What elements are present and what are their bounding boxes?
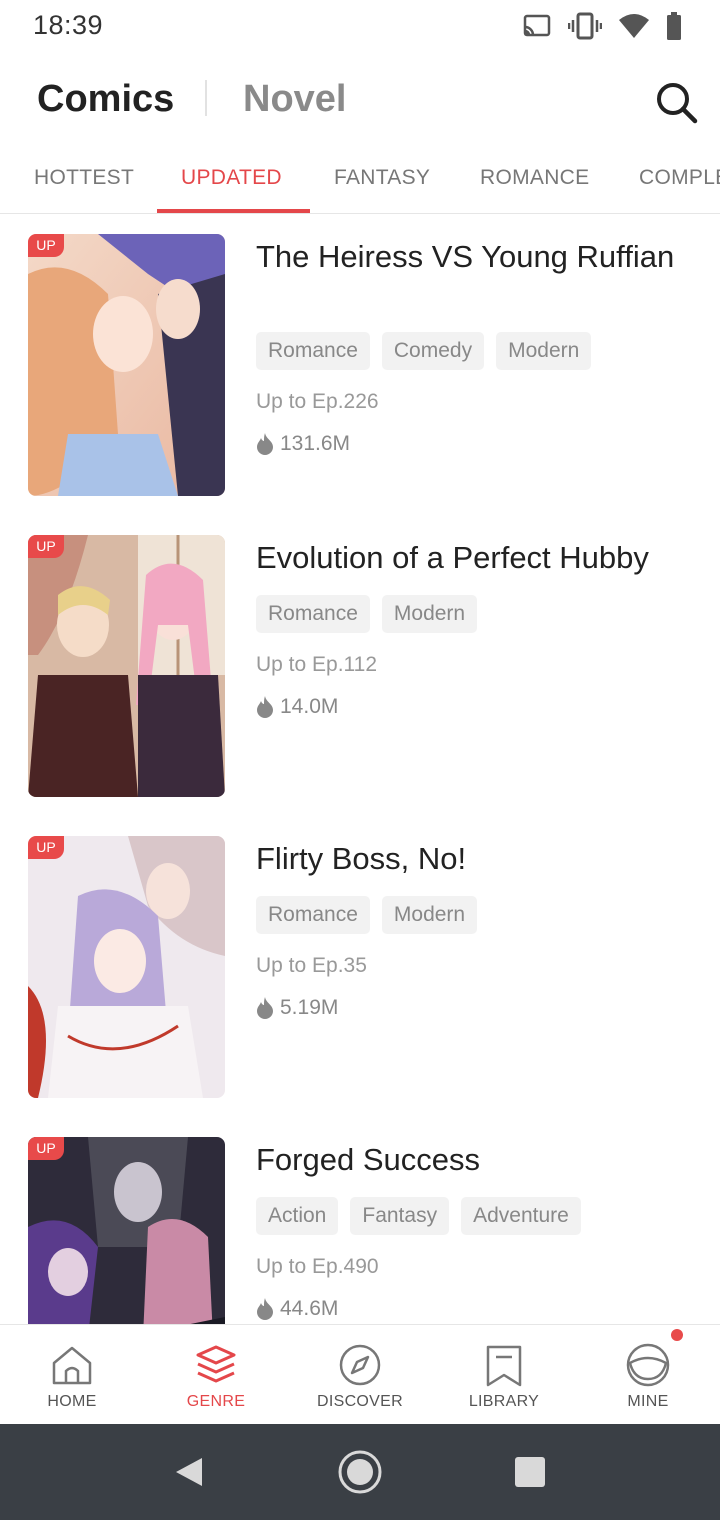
wifi-icon [619, 14, 649, 38]
nav-home[interactable]: HOME [0, 1325, 144, 1425]
status-bar: 18:39 [0, 0, 720, 56]
genre-tag: Comedy [381, 332, 485, 370]
update-badge: UP [28, 836, 64, 859]
active-tab-indicator [157, 209, 310, 213]
fire-icon [257, 433, 273, 455]
cover-illustration [28, 234, 225, 496]
update-badge: UP [28, 1137, 64, 1160]
comic-list[interactable]: UP The Heiress VS Young Ruffian Romance … [0, 214, 720, 1324]
view-count-value: 5.19M [280, 996, 339, 1019]
comic-title[interactable]: Evolution of a Perfect Hubby [256, 539, 696, 577]
tab-comics[interactable]: Comics [37, 78, 174, 121]
nav-genre[interactable]: GENRE [144, 1325, 288, 1425]
header-divider [205, 80, 207, 116]
cover-illustration [28, 1137, 225, 1324]
vibrate-icon [568, 12, 602, 40]
comic-cover[interactable]: UP [28, 836, 225, 1098]
genre-tag: Romance [256, 332, 370, 370]
nav-discover[interactable]: DISCOVER [288, 1325, 432, 1425]
view-count-value: 131.6M [280, 432, 351, 455]
search-icon [657, 83, 698, 124]
cover-illustration [28, 836, 225, 1098]
comic-cover[interactable]: UP [28, 234, 225, 496]
episode-text: Up to Ep.490 [256, 1255, 379, 1278]
cover-illustration [28, 535, 225, 797]
nav-home-label: HOME [47, 1393, 97, 1410]
list-item[interactable]: UP Forged Success Action Fantasy Adventu… [0, 1117, 720, 1324]
fire-icon [257, 997, 273, 1019]
bookmark-icon [486, 1345, 522, 1387]
layers-icon [196, 1345, 236, 1383]
notification-dot [671, 1329, 683, 1341]
list-item[interactable]: UP Flirty Boss, No! Romance Modern Up to… [0, 816, 720, 1106]
nav-genre-label: GENRE [186, 1393, 246, 1410]
status-icons [522, 12, 682, 40]
nav-library-label: LIBRARY [468, 1393, 540, 1410]
episode-text: Up to Ep.112 [256, 653, 378, 676]
status-time: 18:39 [33, 10, 104, 40]
top-header: Comics Novel [0, 70, 720, 134]
update-badge: UP [28, 535, 64, 558]
home-icon [52, 1346, 92, 1385]
tag-list: Romance Modern [256, 896, 478, 934]
system-navigation-bar [0, 1424, 720, 1520]
bottom-navigation: HOME GENRE DISCOVER LIBRARY MINE [0, 1324, 720, 1425]
list-item[interactable]: UP Evolution of a Perfect Hubby Romance … [0, 515, 720, 805]
fire-icon [257, 1298, 273, 1320]
tab-updated[interactable]: UPDATED [181, 166, 282, 190]
genre-tag: Fantasy [350, 1197, 450, 1235]
comic-title[interactable]: The Heiress VS Young Ruffian [256, 238, 696, 276]
nav-discover-label: DISCOVER [317, 1393, 403, 1410]
battery-icon [667, 12, 681, 40]
tab-fantasy[interactable]: FANTASY [334, 166, 430, 190]
genre-tag: Modern [496, 332, 592, 370]
home-system-button[interactable] [332, 1444, 388, 1500]
recents-icon [515, 1457, 545, 1487]
genre-tag: Modern [381, 896, 478, 934]
nav-mine-label: MINE [627, 1393, 669, 1410]
tag-list: Romance Modern [256, 595, 478, 633]
view-count: 44.6M [256, 1297, 338, 1321]
view-count: 14.0M [256, 695, 338, 719]
back-button[interactable] [160, 1444, 216, 1500]
genre-tag: Modern [381, 595, 478, 633]
genre-tag: Adventure [461, 1197, 581, 1235]
episode-text: Up to Ep.226 [256, 390, 379, 413]
update-badge: UP [28, 234, 64, 257]
tab-novel[interactable]: Novel [243, 78, 346, 121]
view-count: 5.19M [256, 996, 338, 1020]
comic-cover[interactable]: UP [28, 535, 225, 797]
tag-list: Action Fantasy Adventure [256, 1197, 581, 1235]
nav-mine[interactable]: MINE [576, 1325, 720, 1425]
genre-tag: Action [256, 1197, 339, 1235]
tab-hottest[interactable]: HOTTEST [34, 166, 134, 190]
view-count: 131.6M [256, 432, 350, 456]
profile-icon [626, 1343, 670, 1387]
episode-text: Up to Ep.35 [256, 954, 367, 977]
view-count-value: 14.0M [280, 695, 339, 718]
search-button[interactable] [652, 78, 700, 126]
view-count-value: 44.6M [280, 1297, 339, 1320]
genre-tag: Romance [256, 896, 370, 934]
fire-icon [257, 696, 273, 718]
tag-list: Romance Comedy Modern [256, 332, 592, 370]
list-item[interactable]: UP The Heiress VS Young Ruffian Romance … [0, 214, 720, 504]
comic-title[interactable]: Flirty Boss, No! [256, 840, 696, 878]
recents-button[interactable] [502, 1444, 558, 1500]
comic-title[interactable]: Forged Success [256, 1141, 696, 1179]
genre-tag: Romance [256, 595, 370, 633]
comic-cover[interactable]: UP [28, 1137, 225, 1324]
tab-romance[interactable]: ROMANCE [480, 166, 589, 190]
cast-icon [523, 14, 551, 37]
tab-completed[interactable]: COMPLE [639, 166, 720, 190]
nav-library[interactable]: LIBRARY [432, 1325, 576, 1425]
home-circle-icon [338, 1450, 382, 1494]
genre-tabs: HOTTEST UPDATED FANTASY ROMANCE COMPLE [0, 150, 720, 214]
back-icon [176, 1458, 202, 1486]
compass-icon [339, 1344, 381, 1386]
